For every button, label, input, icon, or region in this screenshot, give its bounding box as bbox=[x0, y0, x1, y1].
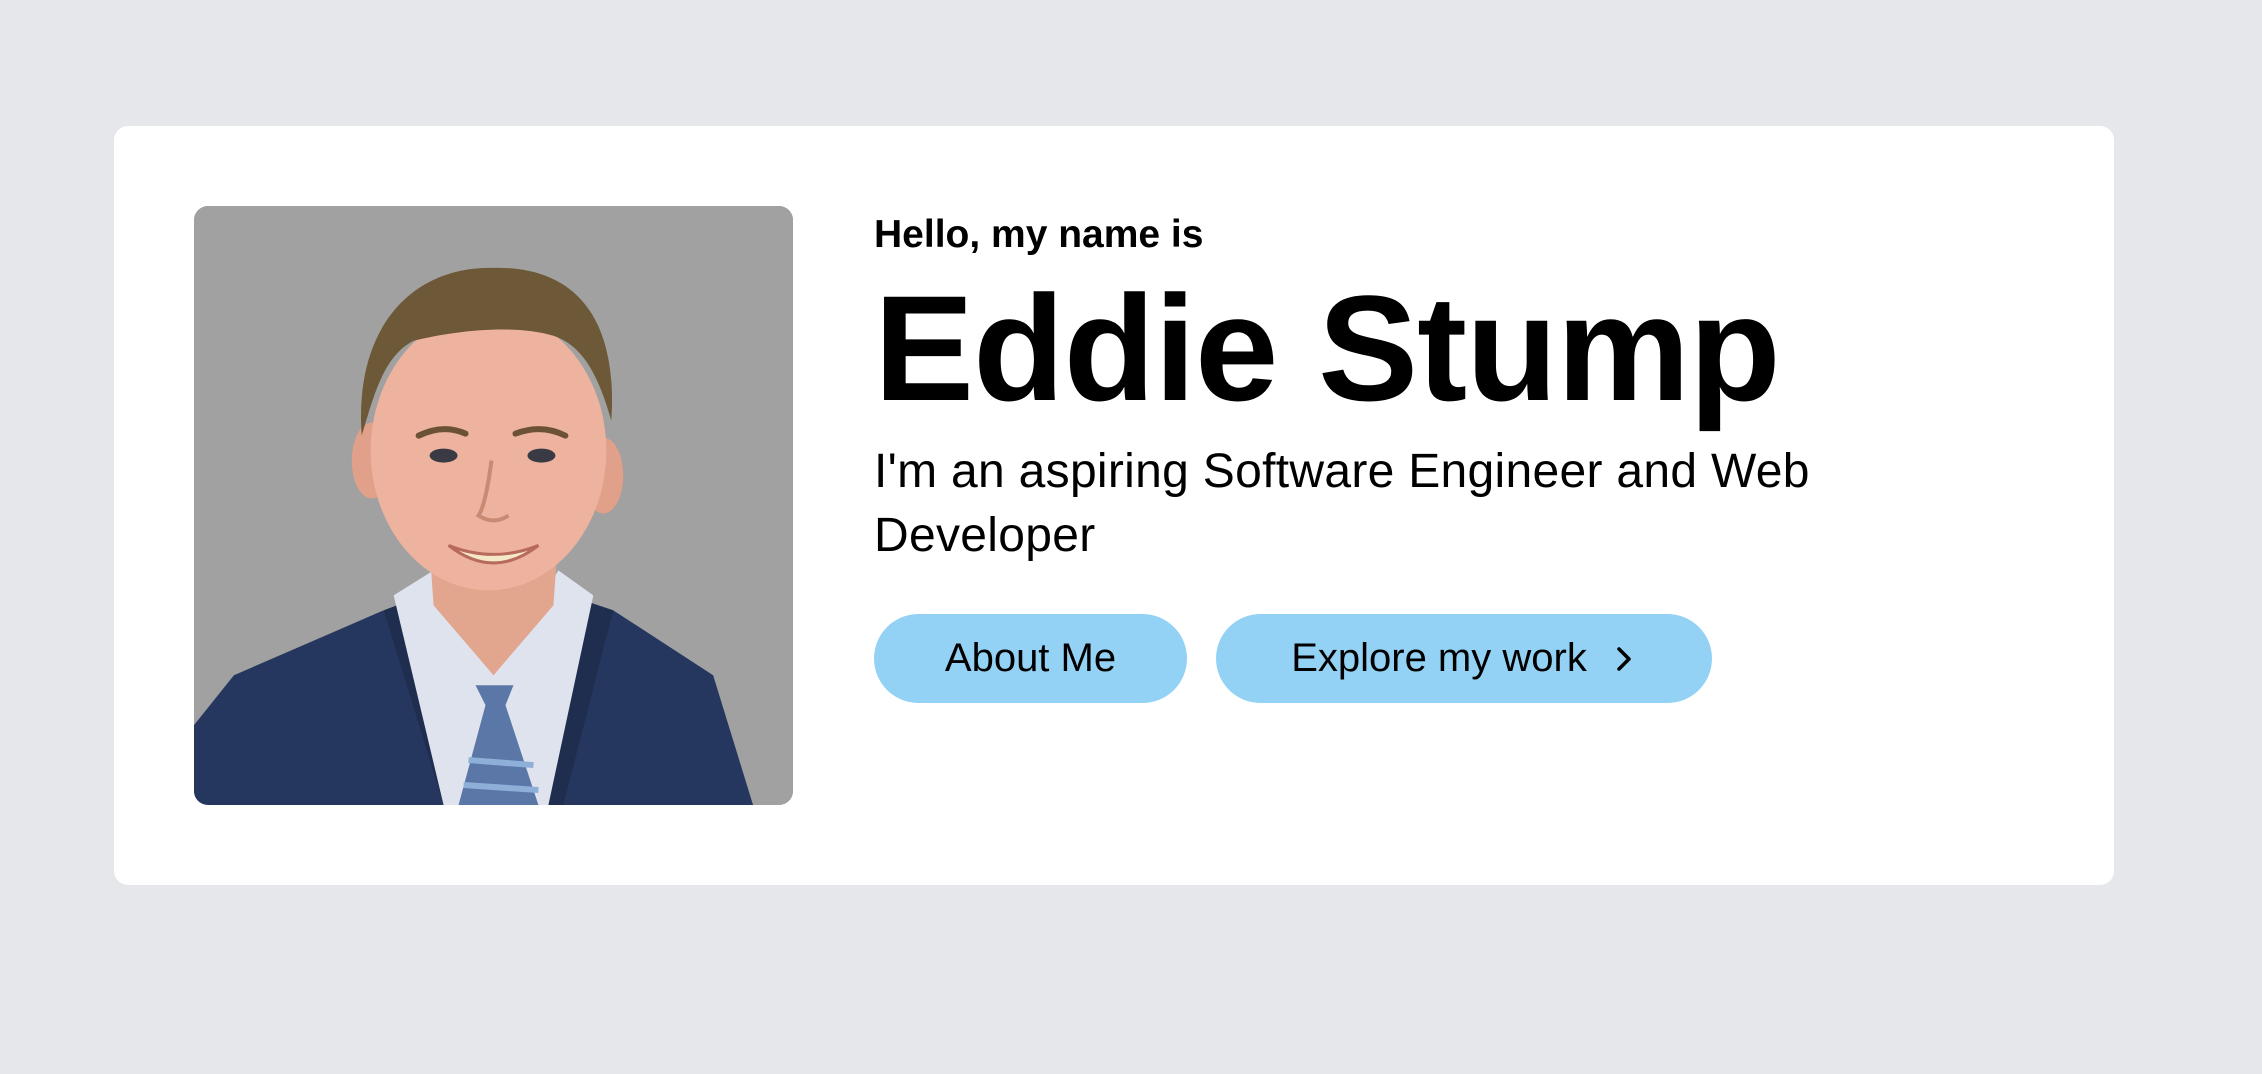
tagline-text: I'm an aspiring Software Engineer and We… bbox=[874, 445, 1810, 562]
about-me-button[interactable]: About Me bbox=[874, 614, 1187, 703]
greeting-text: Hello, my name is bbox=[874, 213, 1204, 256]
hero-card: Hello, my name is Eddie Stump I'm an asp… bbox=[114, 126, 2114, 885]
name-heading: Eddie Stump bbox=[874, 264, 1781, 432]
profile-photo bbox=[194, 206, 793, 805]
about-me-label: About Me bbox=[944, 636, 1117, 680]
explore-my-work-button[interactable]: Explore my work bbox=[1216, 614, 1712, 703]
chevron-right-icon bbox=[1611, 643, 1637, 675]
explore-my-work-label: Explore my work bbox=[1291, 636, 1587, 680]
